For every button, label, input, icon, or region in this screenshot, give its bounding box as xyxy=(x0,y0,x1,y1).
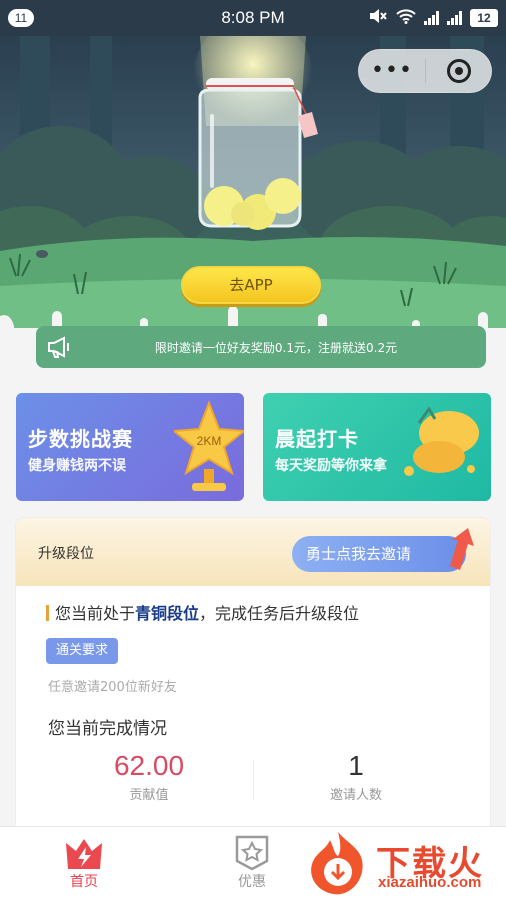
notice-text: 限时邀请一位好友奖励0.1元，注册就送0.2元 xyxy=(154,340,398,355)
wifi-icon xyxy=(396,8,416,27)
signal-icon xyxy=(424,10,439,25)
contribution-label: 贡献值 xyxy=(129,788,169,803)
requirement-text: 任意邀请200位新好友 xyxy=(48,680,177,695)
hero-banner: ••• 去APP xyxy=(0,36,506,346)
watermark-domain: xiazaihuo.com xyxy=(378,874,482,891)
stat-divider xyxy=(253,760,254,800)
rank-suffix: ，完成任务后升级段位 xyxy=(199,604,360,623)
card-subtitle: 每天奖励等你来拿 xyxy=(275,458,387,474)
close-mini-program-button[interactable] xyxy=(426,59,491,83)
gold-coins-icon xyxy=(404,406,479,476)
card-subtitle: 健身赚钱两不误 xyxy=(28,458,126,474)
arrow-up-icon xyxy=(450,528,474,570)
rank-name: 青铜段位 xyxy=(135,604,200,623)
star-badge-icon xyxy=(235,835,269,871)
invite-count-value: 1 xyxy=(348,750,364,781)
target-icon xyxy=(446,59,471,83)
tab-home[interactable]: 首页 xyxy=(44,835,124,891)
panel-title: 升级段位 xyxy=(38,546,94,562)
status-bar: 11 8:08 PM 12 xyxy=(0,0,506,36)
card-title: 步数挑战赛 xyxy=(28,427,133,451)
current-rank-text: 您当前处于青铜段位，完成任务后升级段位 xyxy=(46,600,359,624)
go-app-button[interactable]: 去APP xyxy=(181,266,321,304)
megaphone-icon xyxy=(36,336,84,358)
contribution-value: 62.00 xyxy=(113,750,185,781)
tab-label: 优惠 xyxy=(238,874,266,890)
invite-notice-bar[interactable]: 限时邀请一位好友奖励0.1元，注册就送0.2元 xyxy=(36,326,486,368)
tab-deals[interactable]: 优惠 xyxy=(212,835,292,891)
battery-icon: 12 xyxy=(470,8,498,27)
progress-title: 您当前完成情况 xyxy=(48,719,167,739)
crown-icon xyxy=(66,839,102,869)
signal-icon-2 xyxy=(447,10,462,25)
invite-button[interactable]: 勇士点我去邀请 xyxy=(292,536,466,572)
invite-count-label: 邀请人数 xyxy=(329,788,382,803)
trophy-star-icon: 2KM xyxy=(174,400,244,491)
panel-header: 升级段位 勇士点我去邀请 xyxy=(16,518,490,586)
card-title: 晨起打卡 xyxy=(275,427,359,451)
mute-icon xyxy=(368,8,388,27)
flame-logo-icon xyxy=(311,832,363,895)
badge-text: 2KM xyxy=(197,434,222,448)
rank-prefix: 您当前处于 xyxy=(55,604,136,623)
more-menu-button[interactable]: ••• xyxy=(359,49,425,93)
upgrade-rank-panel: 升级段位 勇士点我去邀请 您当前处于青铜段位，完成任务后升级段位 通关要求 任意… xyxy=(16,518,490,838)
requirement-tag: 通关要求 xyxy=(46,638,119,664)
tab-label: 首页 xyxy=(70,874,98,890)
step-challenge-card[interactable]: 步数挑战赛 健身赚钱两不误 2KM xyxy=(16,393,244,501)
invite-count-stat: 1 邀请人数 xyxy=(256,750,456,803)
mini-program-capsule: ••• xyxy=(358,49,492,93)
contribution-stat: 62.00 贡献值 xyxy=(49,750,249,803)
morning-checkin-card[interactable]: 晨起打卡 每天奖励等你来拿 xyxy=(263,393,491,501)
site-watermark: 下载火 xiazaihuo.com xyxy=(300,828,506,898)
rank-accent-bar xyxy=(46,605,49,621)
